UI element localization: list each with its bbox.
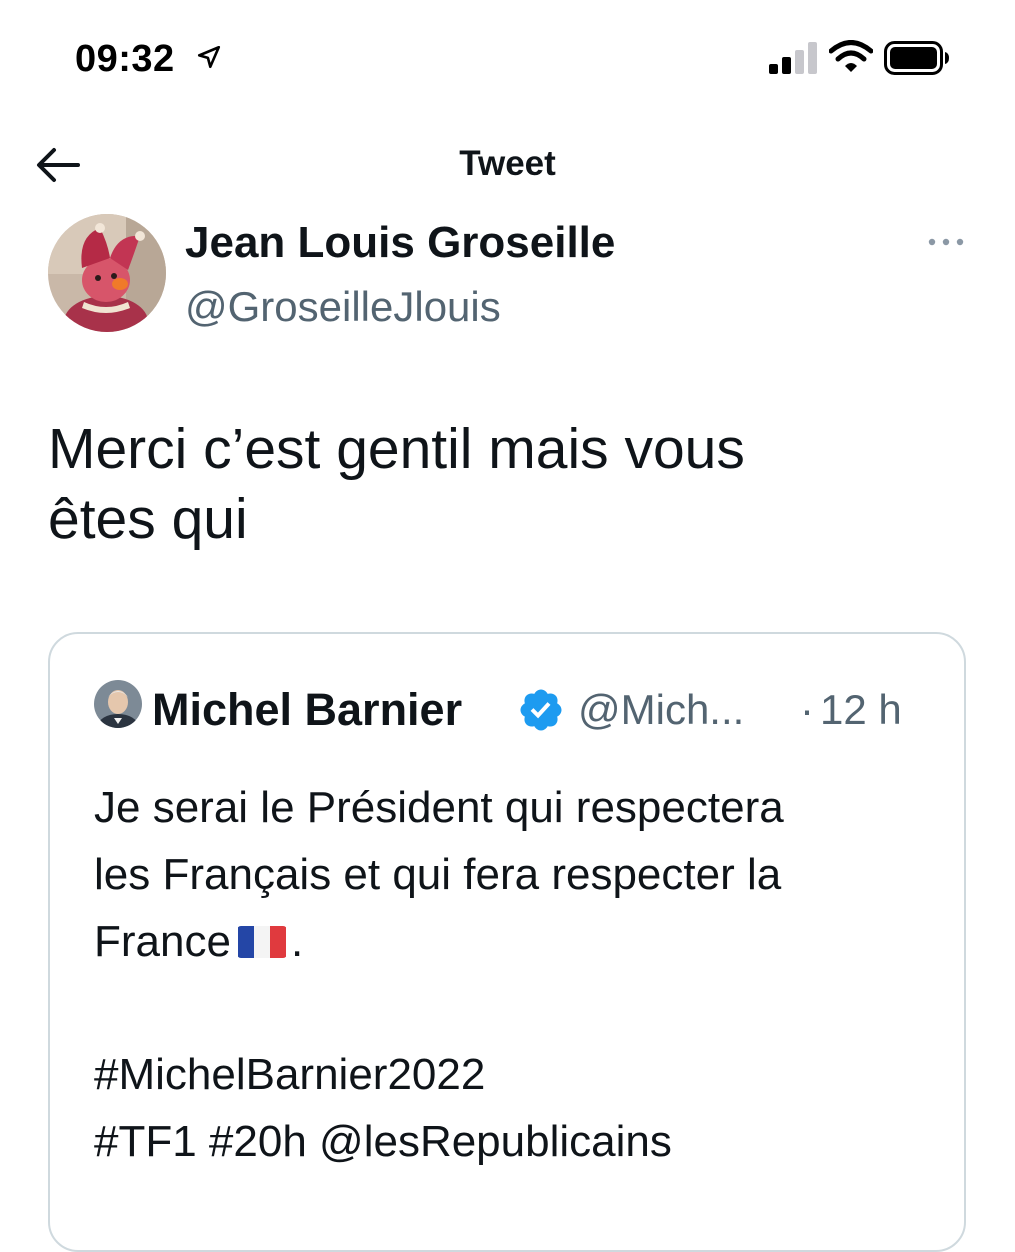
verified-badge-icon <box>520 689 562 731</box>
author-display-name[interactable]: Jean Louis Groseille <box>185 218 615 268</box>
wifi-icon <box>829 40 873 72</box>
signal-icon <box>769 42 817 74</box>
quoted-tweet-timestamp[interactable]: 12 h <box>820 686 902 734</box>
avatar-image <box>48 214 166 332</box>
france-flag-icon <box>237 926 286 958</box>
quoted-author-handle[interactable]: @Mich... <box>578 686 744 734</box>
tweet-text: Merci c’est gentil mais vous êtes qui <box>48 417 745 551</box>
quoted-author-name[interactable]: Michel Barnier <box>152 684 462 736</box>
quoted-avatar-image <box>94 680 142 728</box>
quoted-tweet-card[interactable]: Michel Barnier @Mich... · 12 h Je serai … <box>48 632 966 1252</box>
battery-icon <box>884 41 949 75</box>
quoted-text-main: Je serai le Président qui respectera les… <box>94 783 784 966</box>
author-handle[interactable]: @GroseilleJlouis <box>185 283 501 331</box>
quoted-tweet-text: Je serai le Président qui respectera les… <box>94 774 934 975</box>
author-avatar[interactable] <box>48 214 166 332</box>
separator-dot: · <box>800 686 814 733</box>
ellipsis-icon[interactable] <box>926 232 966 252</box>
page-title: Tweet <box>459 144 556 183</box>
quoted-text-end: . <box>290 917 304 966</box>
navigation-header: Tweet <box>0 130 1015 200</box>
status-time: 09:32 <box>75 38 175 80</box>
location-arrow-icon <box>197 45 221 69</box>
quoted-tweet-hashtags[interactable]: #MichelBarnier2022 #TF1 #20h @lesRepubli… <box>94 1041 934 1175</box>
quoted-author-avatar[interactable] <box>94 680 142 728</box>
status-bar: 09:32 <box>0 0 1015 120</box>
